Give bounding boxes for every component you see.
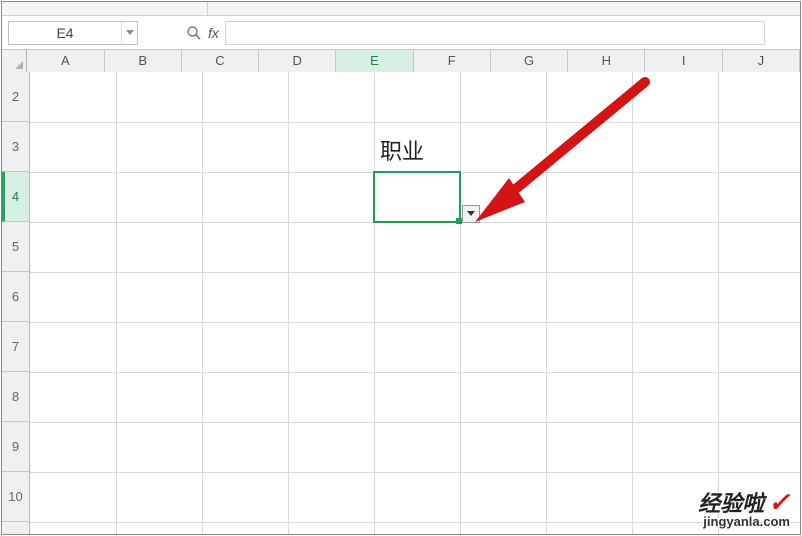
name-box-dropdown-icon[interactable] [121,22,137,44]
row-header[interactable]: 5 [2,222,29,272]
row-header[interactable]: 2 [2,72,29,122]
col-header[interactable]: F [414,50,491,72]
watermark-url: jingyanla.com [698,515,790,528]
row-header[interactable]: 3 [2,122,29,172]
col-header[interactable]: I [645,50,722,72]
formula-bar: E4 fx [2,16,800,50]
row-header[interactable]: 8 [2,372,29,422]
col-header[interactable]: G [491,50,568,72]
col-header[interactable]: J [723,50,800,72]
row-header[interactable]: 9 [2,422,29,472]
magnify-icon[interactable] [184,25,204,41]
col-header[interactable]: B [105,50,182,72]
name-box-value: E4 [9,25,121,41]
col-header-active[interactable]: E [336,50,413,72]
selected-cell[interactable] [373,171,461,223]
row-header[interactable]: 7 [2,322,29,372]
row-header[interactable]: 10 [2,472,29,522]
column-header-row: A B C D E F G H I J [2,50,800,72]
row-header[interactable]: 6 [2,272,29,322]
col-header[interactable]: H [568,50,645,72]
fx-label[interactable]: fx [208,25,219,41]
watermark-text: 经验啦 [698,491,764,516]
watermark: 经验啦✓ jingyanla.com [698,489,790,528]
col-header[interactable]: D [259,50,336,72]
data-validation-dropdown-icon[interactable] [462,205,480,223]
formula-input[interactable] [225,21,765,45]
watermark-check-icon: ✓ [768,487,790,517]
col-header[interactable]: A [27,50,104,72]
select-all-corner[interactable] [2,50,27,72]
cells-layer[interactable]: 职业 [30,72,800,534]
col-header[interactable]: C [182,50,259,72]
grid-area[interactable]: 2 3 4 5 6 7 8 9 10 [2,72,800,534]
name-box[interactable]: E4 [8,21,138,45]
cell-E3[interactable]: 职业 [374,130,460,170]
window-titlebar-stub [2,2,800,16]
row-header-active[interactable]: 4 [2,172,29,222]
row-header-col: 2 3 4 5 6 7 8 9 10 [2,72,30,534]
